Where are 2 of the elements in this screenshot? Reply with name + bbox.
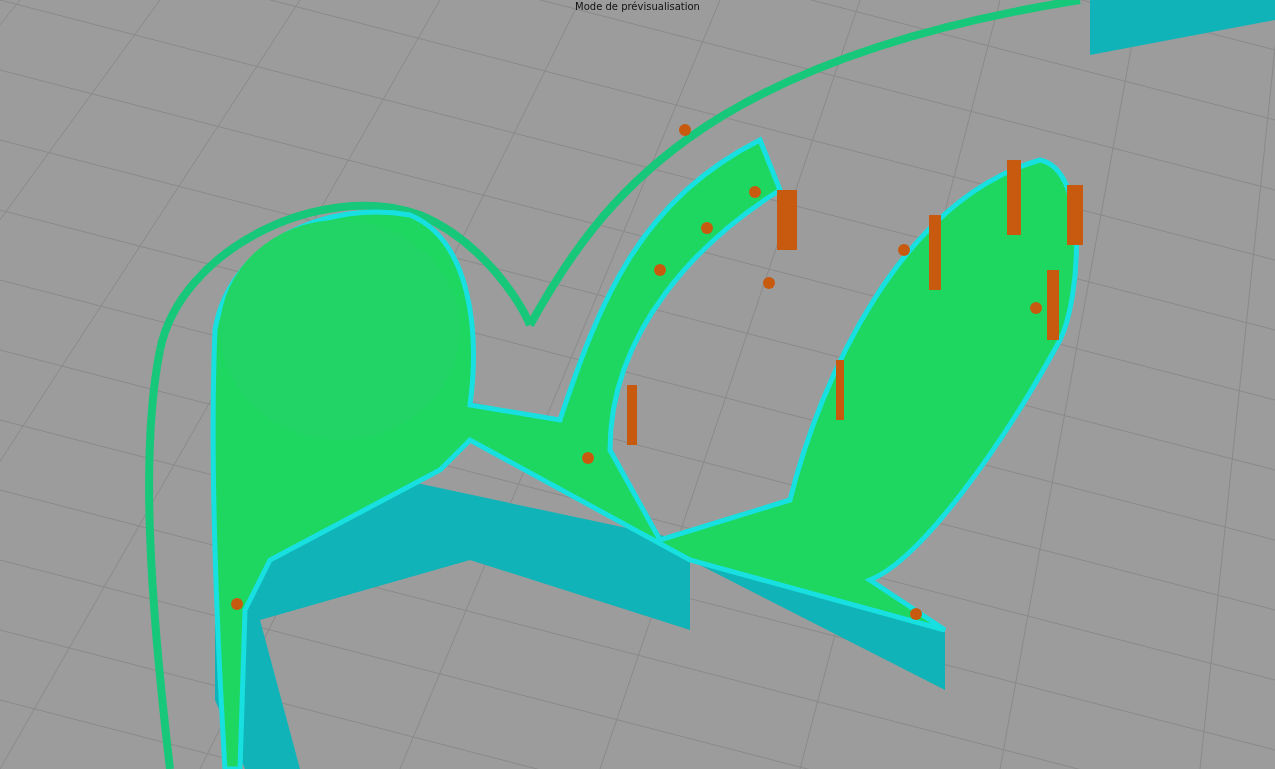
3d-viewport[interactable]: Mode de prévisualisation [0,0,1275,769]
viewport-title: Mode de prévisualisation [574,0,701,13]
